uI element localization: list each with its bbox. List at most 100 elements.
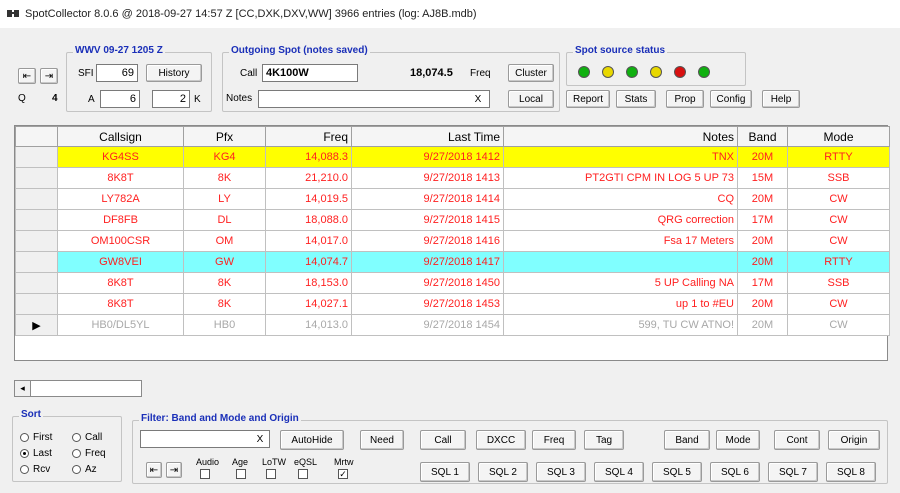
filter-checkbox-mrtw[interactable]: ✓ <box>338 469 348 479</box>
back-arrow-button[interactable]: ⇤ <box>18 68 36 84</box>
clear-filter-button[interactable]: X <box>252 432 268 446</box>
row-selector[interactable] <box>15 209 58 231</box>
spot-grid[interactable]: Callsign Pfx Freq Last Time Notes Band M… <box>14 125 890 361</box>
filter-label-lotw: LoTW <box>262 457 287 467</box>
table-row[interactable]: DF8FB DL 18,088.0 9/27/2018 1415 QRG correct… <box>15 209 890 231</box>
autohide-button[interactable]: AutoHide <box>280 430 344 450</box>
config-button[interactable]: Config <box>710 90 752 108</box>
filter-freq-button[interactable]: Freq <box>532 430 576 450</box>
cell-freq: 18,153.0 <box>265 272 352 294</box>
filter-checkbox-audio[interactable] <box>200 469 210 479</box>
sql-4-button[interactable]: SQL 4 <box>594 462 644 482</box>
sort-radio-rcv[interactable] <box>20 465 29 474</box>
status-led-2-icon <box>602 66 614 78</box>
sfi-field[interactable]: 69 <box>96 64 138 82</box>
filter-call-button[interactable]: Call <box>420 430 466 450</box>
cell-notes: PT2GTI CPM IN LOG 5 UP 73 <box>503 167 738 189</box>
sort-radio-az[interactable] <box>72 465 81 474</box>
column-header-last-time[interactable]: Last Time <box>351 126 504 147</box>
cell-pfx: 8K <box>183 272 266 294</box>
filter-checkbox-eqsl[interactable] <box>298 469 308 479</box>
history-button[interactable]: History <box>146 64 202 82</box>
filter-label-age: Age <box>232 457 249 467</box>
filter-text-field[interactable] <box>140 430 270 448</box>
help-button[interactable]: Help <box>762 90 800 108</box>
sort-radio-first[interactable] <box>20 433 29 442</box>
sort-radio-freq[interactable] <box>72 449 81 458</box>
cell-time: 9/27/2018 1450 <box>351 272 504 294</box>
filter-checkbox-lotw[interactable] <box>266 469 276 479</box>
column-header-freq[interactable]: Freq <box>265 126 352 147</box>
column-header-notes[interactable]: Notes <box>503 126 738 147</box>
filter-label-audio: Audio <box>196 457 220 467</box>
call-field[interactable]: 4K100W <box>262 64 358 82</box>
table-row[interactable]: 8K8T 8K 21,210.0 9/27/2018 1413 PT2GTI CPM I… <box>15 167 890 189</box>
row-selector[interactable] <box>15 230 58 252</box>
filter-band-button[interactable]: Band <box>664 430 710 450</box>
k-field[interactable]: 2 <box>152 90 190 108</box>
sql-3-button[interactable]: SQL 3 <box>536 462 586 482</box>
filter-cont-button[interactable]: Cont <box>774 430 820 450</box>
table-row[interactable]: 8K8T 8K 14,027.1 9/27/2018 1453 up 1 to #EU 2… <box>15 293 890 315</box>
table-row[interactable]: KG4SS KG4 14,088.3 9/27/2018 1412 TNX 20M RTTY <box>15 146 890 168</box>
a-field[interactable]: 6 <box>100 90 140 108</box>
filter-back-button[interactable]: ⇤ <box>146 462 162 478</box>
sql-6-button[interactable]: SQL 6 <box>710 462 760 482</box>
cell-time: 9/27/2018 1454 <box>351 314 504 336</box>
clear-notes-button[interactable]: X <box>470 92 486 106</box>
row-selector[interactable] <box>15 272 58 294</box>
row-selector[interactable] <box>15 146 58 168</box>
report-button[interactable]: Report <box>566 90 610 108</box>
row-selector[interactable]: ▶ <box>15 314 58 336</box>
sort-radio-call[interactable] <box>72 433 81 442</box>
filter-forward-button[interactable]: ⇥ <box>166 462 182 478</box>
cell-mode: CW <box>787 230 890 252</box>
column-header-callsign[interactable]: Callsign <box>57 126 184 147</box>
filter-mode-button[interactable]: Mode <box>716 430 760 450</box>
filter-tag-button[interactable]: Tag <box>584 430 624 450</box>
filter-checkbox-age[interactable] <box>236 469 246 479</box>
table-row[interactable]: GW8VEI GW 14,074.7 9/27/2018 1417 20M RTTY <box>15 251 890 273</box>
cell-time: 9/27/2018 1417 <box>351 251 504 273</box>
stats-button[interactable]: Stats <box>616 90 656 108</box>
column-header-pfx[interactable]: Pfx <box>183 126 266 147</box>
filter-origin-button[interactable]: Origin <box>828 430 880 450</box>
cell-callsign: 8K8T <box>57 167 184 189</box>
row-selector[interactable] <box>15 251 58 273</box>
row-selector[interactable] <box>15 188 58 210</box>
table-row[interactable]: ▶ HB0/DL5YL HB0 14,013.0 9/27/2018 1454 599, … <box>15 314 890 336</box>
spot-table: Callsign Pfx Freq Last Time Notes Band M… <box>15 126 890 336</box>
column-header-mode[interactable]: Mode <box>787 126 890 147</box>
column-header-band[interactable]: Band <box>737 126 788 147</box>
sql-8-button[interactable]: SQL 8 <box>826 462 876 482</box>
sort-label-last: Last <box>33 448 52 459</box>
horizontal-scrollbar[interactable]: ◂ <box>14 380 142 397</box>
filter-dxcc-button[interactable]: DXCC <box>476 430 526 450</box>
row-selector[interactable] <box>15 167 58 189</box>
status-led-5-icon <box>674 66 686 78</box>
spot-rows: KG4SS KG4 14,088.3 9/27/2018 1412 TNX 20M RTTY… <box>15 146 890 336</box>
close-icon: X <box>474 93 482 105</box>
local-button[interactable]: Local <box>508 90 554 108</box>
table-row[interactable]: LY782A LY 14,019.5 9/27/2018 1414 CQ 20M CW <box>15 188 890 210</box>
sql-5-button[interactable]: SQL 5 <box>652 462 702 482</box>
need-button[interactable]: Need <box>360 430 404 450</box>
sql-2-button[interactable]: SQL 2 <box>478 462 528 482</box>
table-row[interactable]: 8K8T 8K 18,153.0 9/27/2018 1450 5 UP Calling… <box>15 272 890 294</box>
sort-radio-last[interactable] <box>20 449 29 458</box>
left-arrow-icon: ⇤ <box>22 70 32 82</box>
notes-field[interactable] <box>258 90 490 108</box>
cell-notes: QRG correction <box>503 209 738 231</box>
table-row[interactable]: OM100CSR OM 14,017.0 9/27/2018 1416 Fsa 17 M… <box>15 230 890 252</box>
scroll-left-icon[interactable]: ◂ <box>15 381 31 396</box>
cell-notes: 599, TU CW ATNO! <box>503 314 738 336</box>
forward-arrow-button[interactable]: ⇥ <box>40 68 58 84</box>
sql-1-button[interactable]: SQL 1 <box>420 462 470 482</box>
filter-label-mrtw: Mrtw <box>334 457 354 467</box>
row-selector[interactable] <box>15 293 58 315</box>
sql-7-button[interactable]: SQL 7 <box>768 462 818 482</box>
sort-label-az: Az <box>85 464 97 475</box>
cluster-button[interactable]: Cluster <box>508 64 554 82</box>
prop-button[interactable]: Prop <box>666 90 704 108</box>
cell-callsign: OM100CSR <box>57 230 184 252</box>
